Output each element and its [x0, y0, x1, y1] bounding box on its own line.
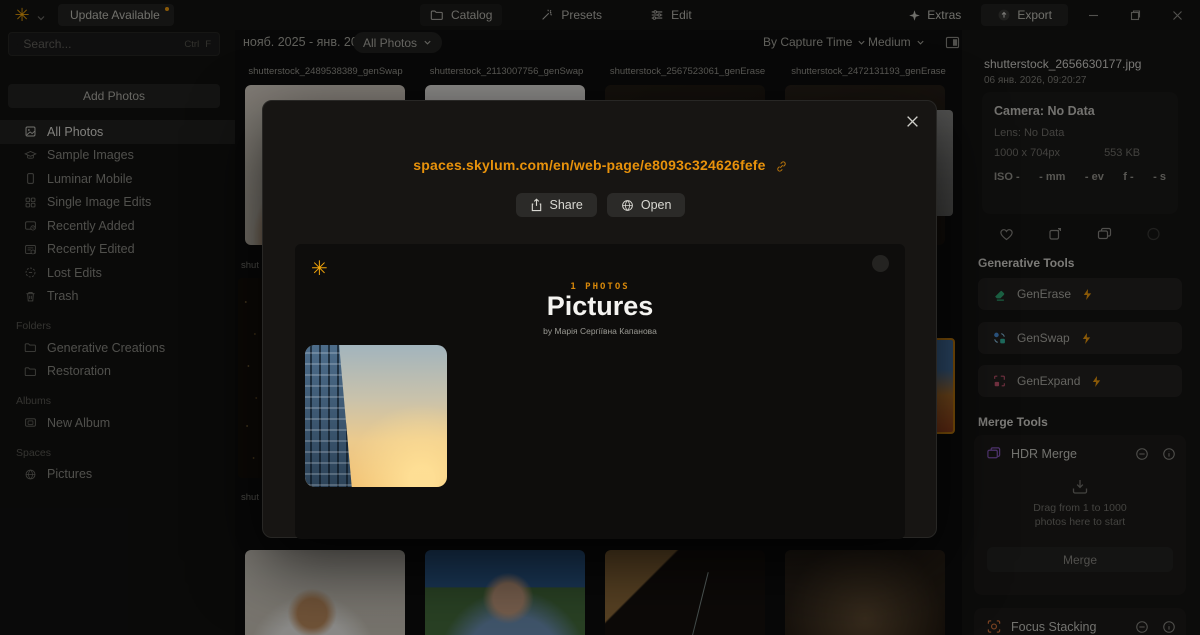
space-photo-thumbnail[interactable] — [305, 345, 447, 487]
space-title: Pictures — [546, 291, 654, 321]
globe-icon — [622, 199, 633, 211]
building-graphic — [305, 345, 353, 487]
share-button[interactable]: Share — [515, 193, 597, 217]
close-icon — [906, 116, 918, 128]
share-url-row: spaces.skylum.com/en/web-page/e8093c3246… — [263, 157, 938, 173]
share-url-link[interactable]: spaces.skylum.com/en/web-page/e8093c3246… — [413, 157, 765, 173]
space-preview-card: ✳ 1 PHOTOS Pictures by Марія Сергіївна К… — [295, 244, 905, 539]
avatar[interactable] — [872, 255, 889, 272]
skylum-sun-logo-icon: ✳ — [311, 258, 328, 280]
share-icon — [531, 198, 541, 212]
modal-action-row: Share Open — [263, 193, 938, 217]
share-space-modal: spaces.skylum.com/en/web-page/e8093c3246… — [262, 100, 938, 539]
luminar-app-window: ✳ Update Available Catalog Presets Edit — [0, 0, 1200, 635]
link-icon[interactable] — [775, 157, 788, 173]
open-button-label: Open — [640, 198, 672, 212]
share-button-label: Share — [549, 198, 583, 212]
open-button[interactable]: Open — [606, 193, 686, 217]
modal-close-button[interactable] — [900, 109, 924, 133]
space-byline: by Марія Сергіївна Капанова — [543, 326, 657, 336]
